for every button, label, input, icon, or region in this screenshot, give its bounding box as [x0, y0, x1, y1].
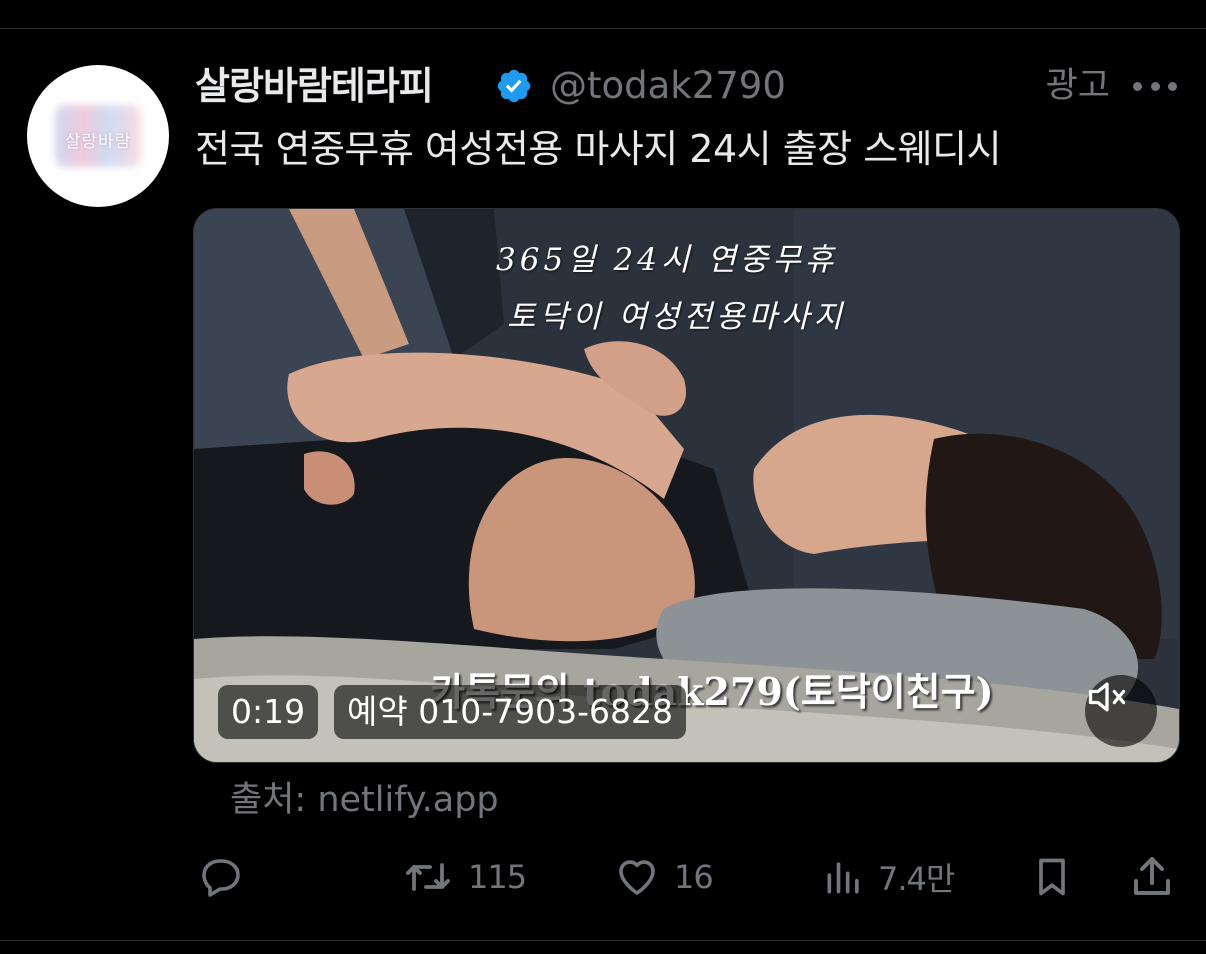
- analytics-icon: [827, 862, 859, 894]
- video-caption-line1: 365일 24시 연중무휴: [496, 242, 838, 278]
- booking-phone-badge: 예약 010-7903-6828: [334, 685, 686, 739]
- views-count: 7.4만: [878, 860, 955, 898]
- video-caption-line2: 토닥이 여성전용마사지: [507, 299, 847, 335]
- video-player[interactable]: 365일 24시 연중무휴 토닥이 여성전용마사지 카톡문의 todak279(…: [193, 208, 1180, 763]
- share-button[interactable]: [1128, 850, 1176, 904]
- bookmark-button[interactable]: [1030, 850, 1074, 904]
- retweet-count: 115: [468, 858, 527, 896]
- tweet-header: 살랑바람테라피 @todak2790 광고: [195, 58, 1185, 114]
- retweet-icon: [406, 863, 450, 891]
- mute-button[interactable]: [1085, 675, 1157, 747]
- video-time-badge: 0:19: [218, 685, 319, 739]
- share-icon: [1134, 857, 1170, 895]
- account-handle[interactable]: @todak2790: [550, 58, 786, 114]
- views-button[interactable]: 7.4만: [822, 850, 955, 904]
- link-source[interactable]: 출처: netlify.app: [230, 775, 499, 825]
- retweet-button[interactable]: 115: [400, 850, 527, 904]
- reply-button[interactable]: [196, 850, 244, 904]
- bottom-divider: [0, 940, 1206, 941]
- verified-badge-icon: [497, 69, 531, 103]
- like-button[interactable]: 16: [612, 850, 714, 904]
- reply-icon: [202, 859, 240, 897]
- top-divider: [0, 28, 1206, 29]
- more-options-icon[interactable]: [1133, 74, 1177, 98]
- ad-label: 광고: [1045, 66, 1110, 106]
- tweet-actions: 115 16 7.4만: [0, 850, 1206, 904]
- tweet-text: 전국 연중무휴 여성전용 마사지 24시 출장 스웨디시: [195, 127, 1002, 171]
- avatar-logo-text: 살랑바람: [64, 132, 132, 152]
- bookmark-icon: [1039, 858, 1065, 896]
- heart-icon: [619, 860, 655, 895]
- volume-muted-icon: [1088, 682, 1126, 712]
- display-name[interactable]: 살랑바람테라피: [195, 58, 434, 114]
- avatar[interactable]: 살랑바람: [27, 65, 169, 207]
- like-count: 16: [674, 858, 714, 896]
